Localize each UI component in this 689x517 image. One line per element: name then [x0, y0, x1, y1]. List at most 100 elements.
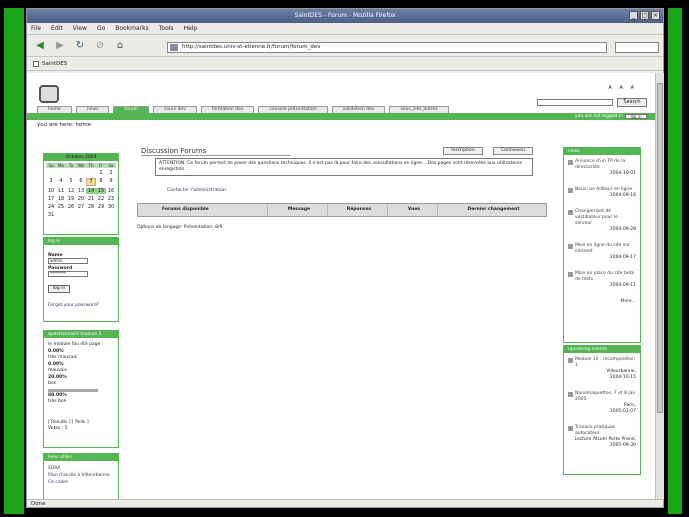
- tab-console[interactable]: console présentation: [258, 106, 328, 113]
- contact-admin-link[interactable]: Contacter l'administrateur: [167, 188, 226, 193]
- status-bar: Done: [27, 499, 664, 508]
- news-icon: [568, 244, 573, 249]
- site-logo[interactable]: [39, 85, 59, 103]
- font-size-controls[interactable]: A A A: [609, 85, 637, 91]
- back-icon[interactable]: ◀: [33, 39, 47, 53]
- news-item[interactable]: Changement de vestibateur pour le serveu…: [568, 209, 636, 233]
- calendar-day[interactable]: 25: [56, 204, 66, 210]
- calendar-day[interactable]: 15: [96, 188, 106, 194]
- login-link[interactable]: log in: [625, 114, 647, 119]
- calendar-day[interactable]: 29: [96, 204, 106, 210]
- menu-tools[interactable]: Tools: [159, 25, 174, 32]
- calendar-day[interactable]: 1: [96, 170, 106, 176]
- news-icon: [568, 210, 573, 215]
- forum-table-header: Forums disponible Message Réponses Vues …: [137, 203, 547, 217]
- news-item[interactable]: Nous: un éditeur en ligne 2004-09-16: [568, 187, 636, 199]
- calendar-day[interactable]: 14: [86, 188, 96, 194]
- menu-go[interactable]: Go: [97, 25, 105, 32]
- calendar-day[interactable]: 13: [76, 188, 86, 194]
- calendar-day[interactable]: 12: [66, 188, 76, 194]
- calendar-day[interactable]: 11: [56, 188, 66, 194]
- home-icon[interactable]: ⌂: [113, 39, 127, 53]
- close-button[interactable]: ×: [651, 11, 660, 20]
- news-item[interactable]: Mise en place du site beta de tests 2004…: [568, 271, 636, 289]
- calendar-day[interactable]: 6: [76, 178, 86, 186]
- site-search-input[interactable]: [537, 99, 613, 106]
- forward-icon[interactable]: ▶: [53, 39, 67, 53]
- password-field[interactable]: ********: [48, 271, 88, 277]
- tab-underline-bar: [27, 113, 655, 120]
- calendar-day[interactable]: 30: [106, 204, 116, 210]
- calendar-day[interactable]: 5: [66, 178, 76, 186]
- link-item[interactable]: Ce cadre: [48, 479, 114, 486]
- calendar-day[interactable]: 26: [66, 204, 76, 210]
- tab-sous-site[interactable]: sous_site_autres: [389, 106, 449, 113]
- window-title: SaintDES - Forum - Mozilla Firefox: [294, 12, 396, 19]
- poll-votes: Votes : 5: [48, 426, 68, 431]
- calendar-day[interactable]: 2: [106, 170, 116, 176]
- calendar-day[interactable]: 18: [56, 196, 66, 202]
- news-icon: [568, 160, 573, 165]
- news-item-title: Mise en place du site beta de tests: [575, 271, 635, 282]
- inscription-button[interactable]: Inscription: [443, 147, 483, 155]
- calendar-day[interactable]: 19: [66, 196, 76, 202]
- event-item[interactable]: Travaux pratiques autocateur Lecture Atc…: [568, 425, 636, 449]
- link-item[interactable]: Plan d'accès à Villeurbanne: [48, 472, 114, 479]
- menu-view[interactable]: View: [73, 25, 87, 32]
- tab-formation-dev[interactable]: formation dev: [200, 106, 255, 113]
- calendar-day[interactable]: 22: [96, 196, 106, 202]
- calendar-day[interactable]: 3: [46, 178, 56, 186]
- connexion-button[interactable]: Connexion: [493, 147, 533, 155]
- menu-bookmarks[interactable]: Bookmarks: [115, 25, 149, 32]
- calendar-day[interactable]: 8: [96, 178, 106, 186]
- calendar-day[interactable]: 24: [46, 204, 56, 210]
- stop-icon[interactable]: ⊘: [93, 39, 107, 53]
- reload-icon[interactable]: ↻: [73, 39, 87, 53]
- calendar-day: [86, 170, 96, 176]
- url-bar[interactable]: http://saintdes.univ-st-etienne.fr/forum…: [167, 42, 607, 53]
- calendar-day[interactable]: 9: [106, 178, 116, 186]
- name-field[interactable]: admin: [48, 258, 88, 264]
- news-item[interactable]: Annonce d'un TP de la directorate 2004-1…: [568, 159, 636, 177]
- tab-cours-dev[interactable]: cours dev: [152, 106, 197, 113]
- calendar-day[interactable]: 16: [106, 188, 116, 194]
- forgot-password-link[interactable]: Forgot your password?: [48, 303, 114, 308]
- calendar-day[interactable]: 4: [56, 178, 66, 186]
- column-header: Forums disponible: [138, 204, 268, 216]
- menu-edit[interactable]: Edit: [51, 25, 63, 32]
- tab-home[interactable]: home: [37, 106, 72, 113]
- calendar-day[interactable]: 27: [76, 204, 86, 210]
- site-search-button[interactable]: Search: [617, 98, 647, 107]
- calendar-day[interactable]: 21: [86, 196, 96, 202]
- tab-validation[interactable]: validation dev: [331, 106, 386, 113]
- calendar-day[interactable]: 20: [76, 196, 86, 202]
- title-underline: [141, 155, 291, 156]
- link-item[interactable]: SDRA: [48, 465, 114, 472]
- vertical-scrollbar[interactable]: [655, 73, 664, 499]
- calendar-day[interactable]: 17: [46, 196, 56, 202]
- tab-forum[interactable]: forum: [113, 106, 149, 113]
- calendar-day[interactable]: 7: [86, 178, 96, 186]
- calendar-day: [66, 170, 76, 176]
- language-options[interactable]: Options de langage: Présentation: 8/9: [137, 225, 222, 230]
- page-content: A A A Search home news forum cours dev f…: [27, 73, 655, 499]
- calendar-day[interactable]: 28: [86, 204, 96, 210]
- event-item[interactable]: Module 10 : recomposition 1 Villeurbanne…: [568, 357, 636, 381]
- bookmark-saintdes[interactable]: SaintDES: [42, 61, 67, 67]
- menu-file[interactable]: File: [31, 25, 41, 32]
- calendar-day[interactable]: 23: [106, 196, 116, 202]
- menu-help[interactable]: Help: [184, 25, 198, 32]
- scrollbar-thumb[interactable]: [657, 83, 663, 413]
- useful-links-portlet: liens utiles SDRA Plan d'accès à Villeur…: [43, 453, 119, 499]
- menu-bar: File Edit View Go Bookmarks Tools Help: [27, 23, 663, 35]
- news-more-link[interactable]: More...: [568, 299, 636, 305]
- calendar-day[interactable]: 10: [46, 188, 56, 194]
- calendar-day[interactable]: 31: [46, 212, 56, 218]
- minimize-button[interactable]: _: [629, 11, 638, 20]
- login-button[interactable]: log in: [48, 285, 70, 293]
- event-item[interactable]: Nanomaquettes, 7 et 8 jan 2005 Paris, 20…: [568, 391, 636, 415]
- browser-search-box[interactable]: [615, 42, 659, 53]
- news-item[interactable]: Mise en ligne du site sur internet 2004-…: [568, 243, 636, 261]
- maximize-button[interactable]: □: [640, 11, 649, 20]
- tab-news[interactable]: news: [75, 106, 110, 113]
